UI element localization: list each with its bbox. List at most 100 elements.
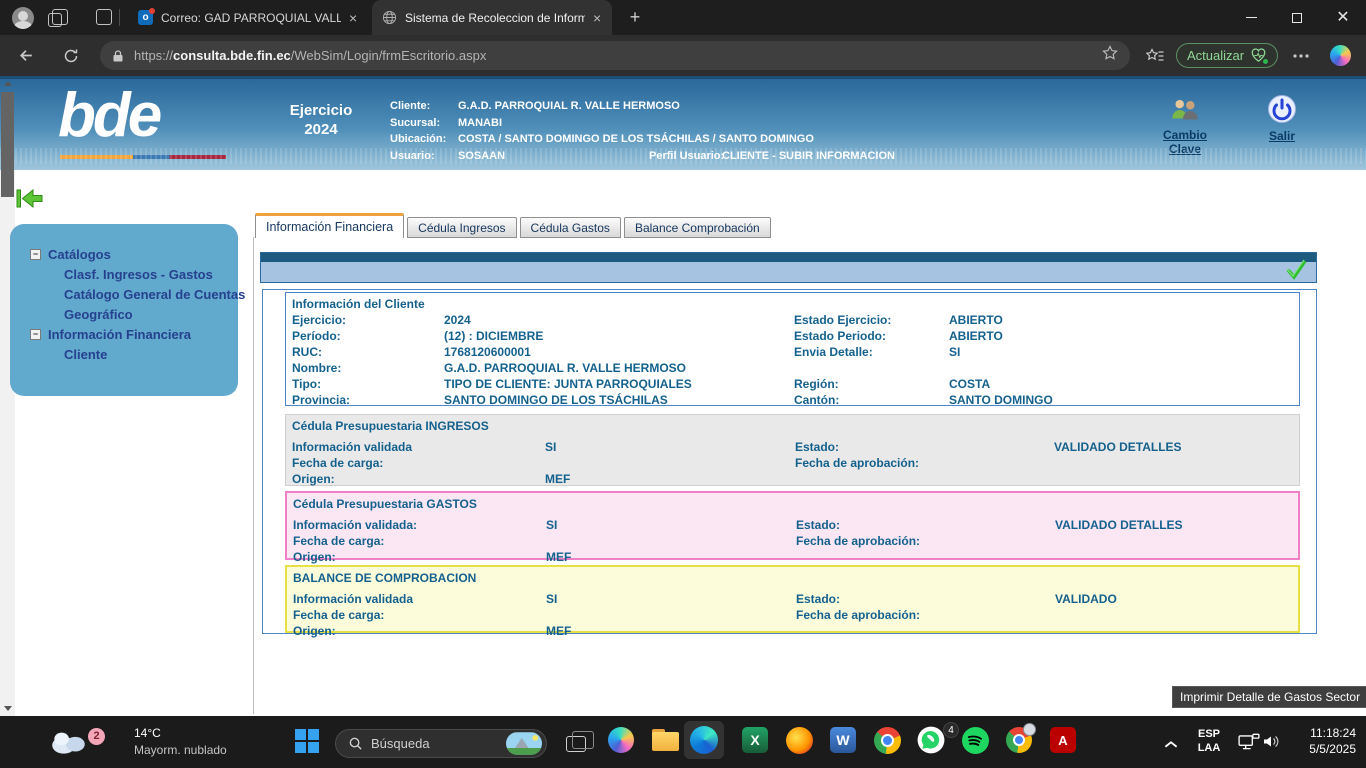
weather-widget[interactable]: 2 <box>48 724 90 761</box>
search-box[interactable]: Búsqueda <box>335 729 547 758</box>
weather-temperature[interactable]: 14°C <box>134 725 161 741</box>
site-header: bde Ejercicio2024 Cliente:G.A.D. PARROQU… <box>0 76 1366 170</box>
page-scrollbar[interactable] <box>0 76 15 716</box>
browser-toolbar: https://consulta.bde.fin.ec/WebSim/Login… <box>0 35 1366 76</box>
taskbar-spotify-icon[interactable] <box>960 725 990 755</box>
sidebar-tree: − Catálogos Clasf. Ingresos - Gastos Cat… <box>10 224 238 396</box>
workspaces-icon[interactable] <box>52 9 68 25</box>
task-view-icon[interactable] <box>566 736 586 752</box>
header-field-usuario: Usuario:SOSAAN <box>390 150 505 162</box>
copilot-icon[interactable] <box>1330 45 1351 66</box>
sidebar-item-cliente[interactable]: Cliente <box>10 344 238 364</box>
volume-icon[interactable] <box>1262 733 1282 755</box>
tab-cedula-ingresos[interactable]: Cédula Ingresos <box>407 217 516 238</box>
tab-cedula-gastos[interactable]: Cédula Gastos <box>520 217 621 238</box>
profile-avatar[interactable] <box>12 7 34 29</box>
sidebar-item-catalogo-general[interactable]: Catálogo General de Cuentas <box>10 284 238 304</box>
web-page: bde Ejercicio2024 Cliente:G.A.D. PARROQU… <box>0 76 1366 716</box>
browser-essentials-button[interactable]: Actualizar <box>1176 43 1278 68</box>
content-tab-strip: Información Financiera Cédula Ingresos C… <box>255 213 771 238</box>
tab-actions-icon[interactable] <box>96 9 112 25</box>
change-password-block[interactable]: Cambio Clave <box>1152 97 1218 156</box>
profile-label: Perfil Usuario: <box>649 150 724 162</box>
taskbar-whatsapp-icon[interactable]: 4 <box>916 725 946 755</box>
header-field-sucursal: Sucursal:MANABI <box>390 117 502 129</box>
date-text: 5/5/2025 <box>1288 741 1356 757</box>
browser-titlebar: o Correo: GAD PARROQUIAL VALLE × Sistema… <box>0 0 1366 35</box>
collapse-expander-icon[interactable]: − <box>30 249 41 260</box>
client-info-row: Nombre:G.A.D. PARROQUIAL R. VALLE HERMOS… <box>292 361 1293 377</box>
section-row: Información validadaSI Estado:VALIDADO D… <box>292 440 1293 456</box>
search-placeholder: Búsqueda <box>371 736 430 751</box>
sidebar-item-informacion-financiera[interactable]: − Información Financiera <box>10 324 238 344</box>
taskbar-acrobat-icon[interactable]: A <box>1048 725 1078 755</box>
content-divider <box>253 237 254 714</box>
search-highlight-image[interactable] <box>506 732 542 755</box>
logo-tricolor-bar <box>60 155 226 159</box>
weather-condition[interactable]: Mayorm. nublado <box>134 742 227 758</box>
taskbar-file-explorer-icon[interactable] <box>650 725 680 755</box>
maximize-button[interactable] <box>1274 0 1320 35</box>
status-bar-header <box>261 253 1316 262</box>
client-info-row: Período:(12) : DICIEMBRE Estado Periodo:… <box>292 329 1293 345</box>
browser-tab-mail[interactable]: o Correo: GAD PARROQUIAL VALLE × <box>128 0 368 35</box>
taskbar-firefox-icon[interactable] <box>784 725 814 755</box>
tooltip: Imprimir Detalle de Gastos Sector <box>1172 686 1366 708</box>
heart-pulse-icon <box>1250 48 1267 63</box>
language-indicator[interactable]: ESPLAA <box>1194 727 1224 755</box>
tab-informacion-financiera[interactable]: Información Financiera <box>255 213 404 238</box>
client-info-row: RUC:1768120600001 Envia Detalle:SI <box>292 345 1293 361</box>
bookmark-star-icon[interactable] <box>1102 45 1118 66</box>
section-row: Fecha de carga: Fecha de aprobación: <box>292 456 1293 472</box>
section-balance-comprobacion: BALANCE DE COMPROBACION Información vali… <box>285 565 1300 633</box>
users-icon <box>1167 97 1203 123</box>
new-tab-button[interactable]: + <box>622 5 648 31</box>
section-row: Fecha de carga: Fecha de aprobación: <box>293 608 1292 624</box>
taskbar-word-icon[interactable]: W <box>828 725 858 755</box>
taskbar: 2 14°C Mayorm. nublado Búsqueda <box>0 716 1366 768</box>
scroll-up-icon[interactable] <box>0 76 15 91</box>
section-row: Información validadaSI Estado:VALIDADO <box>293 592 1292 608</box>
scrollbar-thumb[interactable] <box>1 92 14 197</box>
collapse-menu-icon[interactable] <box>16 188 44 215</box>
scroll-down-icon[interactable] <box>0 701 15 716</box>
more-menu-icon[interactable] <box>1288 43 1313 68</box>
sidebar-item-geografico[interactable]: Geográfico <box>10 304 238 324</box>
close-tab-icon[interactable]: × <box>593 11 601 25</box>
taskbar-edge-icon[interactable] <box>689 725 719 755</box>
sidebar-item-clasf-ingresos-gastos[interactable]: Clasf. Ingresos - Gastos <box>10 264 238 284</box>
cloud-icon <box>48 724 90 756</box>
taskbar-chrome-icon[interactable] <box>872 725 902 755</box>
globe-icon <box>382 10 397 25</box>
tray-chevron-icon[interactable] <box>1164 736 1178 754</box>
back-icon[interactable] <box>14 43 39 68</box>
logout-link[interactable]: Salir <box>1262 129 1302 143</box>
header-field-cliente: Cliente:G.A.D. PARROQUIAL R. VALLE HERMO… <box>390 100 680 112</box>
taskbar-excel-icon[interactable]: X <box>740 725 770 755</box>
taskbar-chrome-profile-icon[interactable] <box>1004 725 1034 755</box>
change-password-link[interactable]: Cambio Clave <box>1152 128 1218 156</box>
taskbar-copilot-icon[interactable] <box>606 725 636 755</box>
tab-balance-comprobacion[interactable]: Balance Comprobación <box>624 217 771 238</box>
network-icon[interactable] <box>1238 733 1260 756</box>
sidebar-item-catalogos[interactable]: − Catálogos <box>10 244 238 264</box>
whatsapp-badge: 4 <box>943 722 959 738</box>
screen: o Correo: GAD PARROQUIAL VALLE × Sistema… <box>0 0 1366 768</box>
address-bar[interactable]: https://consulta.bde.fin.ec/WebSim/Login… <box>100 41 1130 70</box>
logout-block[interactable]: Salir <box>1262 94 1302 143</box>
minimize-button[interactable] <box>1228 0 1274 35</box>
clock[interactable]: 11:18:24 5/5/2025 <box>1288 725 1356 757</box>
browser-tab-sistema[interactable]: Sistema de Recoleccion de Inform × <box>372 0 612 35</box>
power-icon <box>1267 94 1297 124</box>
start-button[interactable] <box>292 726 322 756</box>
refresh-icon[interactable] <box>58 43 83 68</box>
close-button[interactable]: ✕ <box>1320 0 1366 35</box>
client-info-title: Información del Cliente <box>292 297 1293 313</box>
section-row: Origen:MEF <box>293 550 1292 566</box>
titlebar-divider <box>119 9 120 26</box>
favorites-icon[interactable] <box>1142 43 1167 68</box>
weather-alert-badge: 2 <box>88 728 105 745</box>
validated-check-icon <box>1284 258 1308 287</box>
close-tab-icon[interactable]: × <box>349 11 357 25</box>
collapse-expander-icon[interactable]: − <box>30 329 41 340</box>
